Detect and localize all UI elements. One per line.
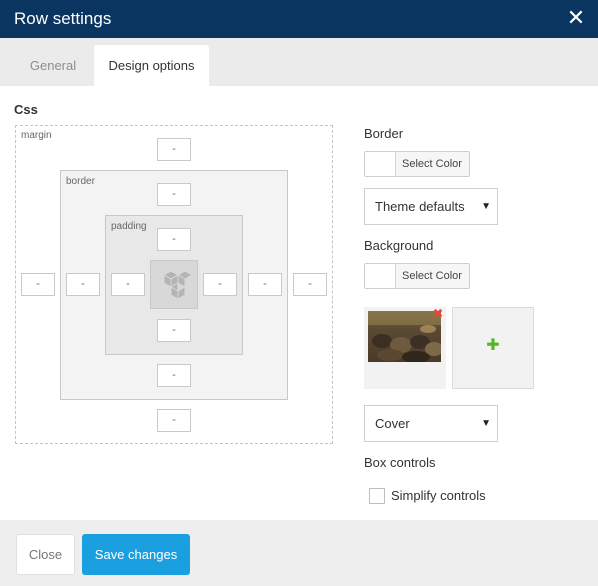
border-color-swatch <box>365 152 396 176</box>
dialog-title: Row settings <box>14 9 112 28</box>
padding-top-input[interactable]: - <box>157 228 191 251</box>
border-top-input[interactable]: - <box>157 183 191 206</box>
background-image-slot: ✖ <box>364 307 446 389</box>
css-section-label: Css <box>14 102 38 117</box>
margin-left-input[interactable]: - <box>21 273 55 296</box>
margin-right-input[interactable]: - <box>293 273 327 296</box>
dialog-titlebar: Row settings ✕ <box>0 0 598 38</box>
border-label: border <box>66 176 95 187</box>
padding-left-input[interactable]: - <box>111 273 145 296</box>
tab-general[interactable]: General <box>14 45 92 86</box>
close-icon[interactable]: ✕ <box>566 7 586 29</box>
margin-bottom-input[interactable]: - <box>157 409 191 432</box>
background-section-label: Background <box>364 238 434 253</box>
border-color-button-label: Select Color <box>402 158 462 170</box>
border-left-input[interactable]: - <box>66 273 100 296</box>
plus-icon: ✚ <box>486 337 500 354</box>
content-box <box>150 260 198 309</box>
background-size-select[interactable]: Cover ▼ <box>364 405 498 442</box>
border-style-value: Theme defaults <box>375 199 465 214</box>
margin-label: margin <box>21 130 52 141</box>
simplify-controls-checkbox[interactable] <box>369 488 385 504</box>
padding-label: padding <box>111 221 147 232</box>
dialog-footer: Close Save changes <box>0 520 598 586</box>
border-style-select[interactable]: Theme defaults ▼ <box>364 188 498 225</box>
dropdown-arrow-icon: ▼ <box>481 418 491 429</box>
background-color-button-label: Select Color <box>402 270 462 282</box>
add-image-button[interactable]: ✚ <box>452 307 534 389</box>
background-color-button[interactable]: Select Color <box>364 263 470 289</box>
save-changes-button[interactable]: Save changes <box>82 534 190 575</box>
background-color-swatch <box>365 264 396 288</box>
border-right-input[interactable]: - <box>248 273 282 296</box>
simplify-controls-label[interactable]: Simplify controls <box>391 488 486 503</box>
border-section-label: Border <box>364 126 404 141</box>
remove-image-icon[interactable]: ✖ <box>432 307 444 320</box>
tab-design-options[interactable]: Design options <box>94 45 209 86</box>
border-color-button[interactable]: Select Color <box>364 151 470 177</box>
background-size-value: Cover <box>375 416 410 431</box>
background-image-thumbnail[interactable] <box>368 311 441 362</box>
cube-logo-icon <box>162 270 194 300</box>
padding-bottom-input[interactable]: - <box>157 319 191 342</box>
close-button[interactable]: Close <box>16 534 75 575</box>
margin-top-input[interactable]: - <box>157 138 191 161</box>
tab-bar: General Design options <box>0 38 598 86</box>
padding-right-input[interactable]: - <box>203 273 237 296</box>
dropdown-arrow-icon: ▼ <box>481 201 491 212</box>
box-controls-label: Box controls <box>364 455 436 470</box>
border-bottom-input[interactable]: - <box>157 364 191 387</box>
